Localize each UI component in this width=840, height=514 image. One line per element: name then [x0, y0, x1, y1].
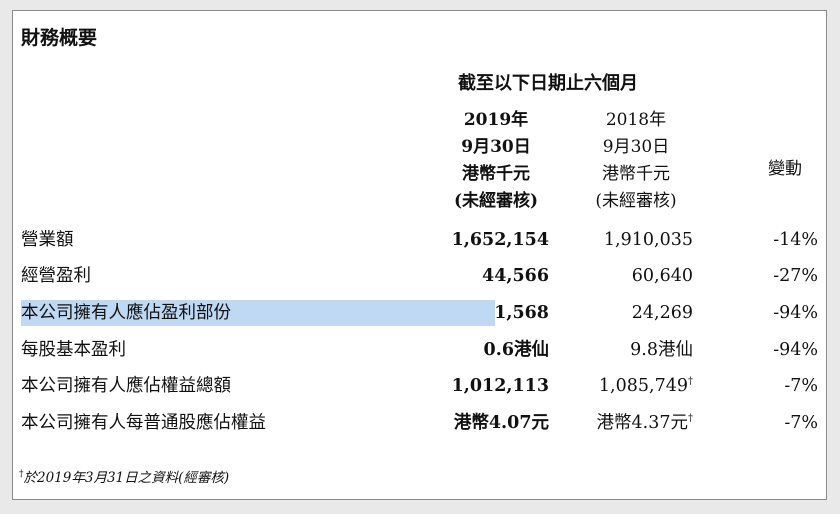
column-header-line: 2019年	[463, 110, 529, 130]
column-header-line: 港幣千元	[602, 164, 670, 184]
value-2019: 44,566	[482, 266, 549, 286]
column-header-line: 港幣千元	[462, 164, 530, 184]
value-2018: 1,085,749†	[598, 376, 693, 396]
value-change: -27%	[773, 266, 818, 286]
column-header-line: 9月30日	[461, 137, 531, 157]
value-change: -7%	[784, 413, 818, 433]
row-label: 每股基本盈利	[21, 340, 126, 360]
financial-summary-panel: 財務概要 截至以下日期止六個月 2019年 9月30日 港幣千元 (未經審核) …	[12, 10, 827, 500]
value-2018: 1,910,035	[603, 230, 693, 250]
value-2018: 24,269	[631, 303, 693, 323]
value-2019: 1,652,154	[451, 230, 549, 250]
column-header-2018: 2018年 9月30日 港幣千元 (未經審核)	[583, 107, 689, 215]
value-2019: 1,012,113	[451, 376, 549, 396]
value-2018: 60,640	[631, 266, 693, 286]
row-label: 營業額	[21, 230, 74, 250]
row-label: 本公司擁有人每普通股應佔權益	[21, 413, 266, 433]
column-header-line: (未經審核)	[453, 191, 539, 211]
value-2018: 9.8港仙	[630, 340, 693, 360]
page-title: 財務概要	[21, 27, 98, 49]
value-change: -7%	[784, 376, 818, 396]
value-2019: 港幣4.07元	[453, 413, 549, 433]
footnote: †於2019年3月31日之資料(經審核)	[19, 466, 230, 487]
column-header-2019: 2019年 9月30日 港幣千元 (未經審核)	[443, 107, 549, 215]
row-label: 經營盈利	[21, 266, 91, 286]
dagger-mark: †	[688, 413, 693, 425]
column-header-change: 變動	[768, 159, 802, 179]
column-header-line: (未經審核)	[595, 191, 677, 211]
value-2019: 0.6港仙	[483, 340, 549, 360]
period-header: 截至以下日期止六個月	[458, 73, 638, 94]
dagger-mark: †	[688, 376, 693, 388]
column-header-line: 2018年	[605, 110, 667, 130]
value-change: -94%	[773, 303, 818, 323]
value-change: -94%	[773, 340, 818, 360]
row-label: 本公司擁有人應佔權益總額	[21, 376, 231, 396]
column-header-line: 9月30日	[602, 137, 670, 157]
value-2019: 1,568	[494, 303, 549, 323]
value-2018: 港幣4.37元†	[596, 413, 693, 433]
value-change: -14%	[773, 230, 818, 250]
footnote-text: 於2019年3月31日之資料(經審核)	[23, 470, 230, 486]
